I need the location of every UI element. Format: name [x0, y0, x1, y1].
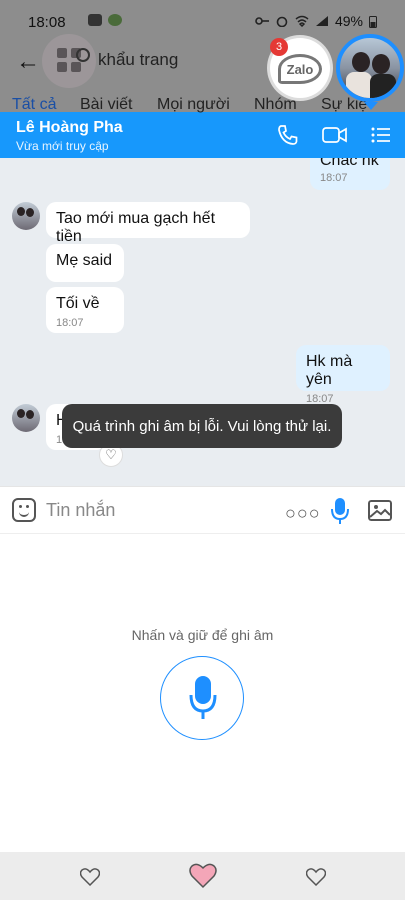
back-arrow-icon[interactable]: ← [16, 48, 40, 76]
message-time: 18:07 [320, 172, 348, 184]
unread-badge: 3 [270, 38, 288, 56]
zalo-logo-icon: Zalo [278, 54, 322, 84]
microphone-icon[interactable] [330, 497, 350, 525]
app-notification-icon [108, 14, 122, 26]
message-bubble[interactable]: Tối về 18:07 [46, 287, 124, 333]
menu-list-icon[interactable] [370, 124, 392, 146]
phone-icon[interactable] [276, 124, 300, 146]
image-icon[interactable] [368, 500, 392, 521]
voice-record-panel: Nhấn và giữ để ghi âm [0, 534, 405, 852]
message-bubble[interactable]: Mẹ said [46, 244, 124, 282]
bottom-reaction-bar [0, 852, 405, 900]
status-right: 49% [255, 13, 377, 29]
message-text: Mẹ said [56, 252, 113, 269]
battery-percent: 49% [334, 13, 363, 29]
record-microphone-icon [189, 676, 217, 719]
record-hint: Nhấn và giữ để ghi âm [131, 627, 274, 643]
tab-people[interactable]: Mọi người [157, 96, 230, 114]
message-input-bar: Tin nhắn ○○○ [0, 486, 405, 534]
video-icon[interactable] [322, 124, 348, 146]
message-bubble[interactable]: Tao mới mua gạch hết tiền [46, 202, 250, 245]
more-icon[interactable]: ○○○ [285, 503, 321, 524]
alarm-icon [276, 16, 288, 27]
zalo-notification-icon [88, 14, 102, 26]
contact-avatar[interactable] [12, 202, 40, 230]
search-icon [76, 48, 90, 62]
chat-header: Lê Hoàng Pha Vừa mới truy cập [0, 112, 405, 158]
key-icon [255, 17, 269, 25]
record-button[interactable] [160, 656, 244, 740]
search-tabs: Tất cả Bài viết Mọi người Nhóm Sự kiệ [0, 96, 405, 116]
message-bubble[interactable]: Hk mà yên 18:07 [296, 345, 390, 405]
signal-icon [315, 16, 328, 26]
heart-icon[interactable] [189, 863, 217, 889]
search-query[interactable]: khẩu trang [98, 50, 178, 70]
emoji-icon[interactable] [12, 498, 36, 522]
notification-icons [88, 14, 122, 26]
chat-head-pointer [364, 102, 378, 110]
message-time: 18:07 [56, 317, 84, 329]
contact-avatar[interactable] [12, 404, 40, 432]
tab-all[interactable]: Tất cả [12, 96, 56, 114]
message-input[interactable]: Tin nhắn [46, 500, 115, 521]
heart-icon[interactable] [80, 868, 100, 886]
status-time: 18:08 [28, 14, 66, 31]
heart-icon[interactable] [306, 868, 326, 886]
error-toast: Quá trình ghi âm bị lỗi. Vui lòng thử lạ… [62, 404, 342, 448]
message-text: Hk mà yên [306, 353, 353, 388]
contact-status: Vừa mới truy cập [16, 139, 109, 153]
tab-posts[interactable]: Bài viết [80, 96, 132, 114]
wifi-icon [295, 15, 309, 27]
chat-head-avatar[interactable] [336, 34, 404, 102]
battery-icon [369, 15, 377, 28]
message-text: Tao mới mua gạch hết tiền [56, 210, 216, 245]
contact-name[interactable]: Lê Hoàng Pha [16, 119, 123, 137]
tab-groups[interactable]: Nhóm [254, 96, 297, 114]
message-text: Tối về [56, 295, 100, 312]
